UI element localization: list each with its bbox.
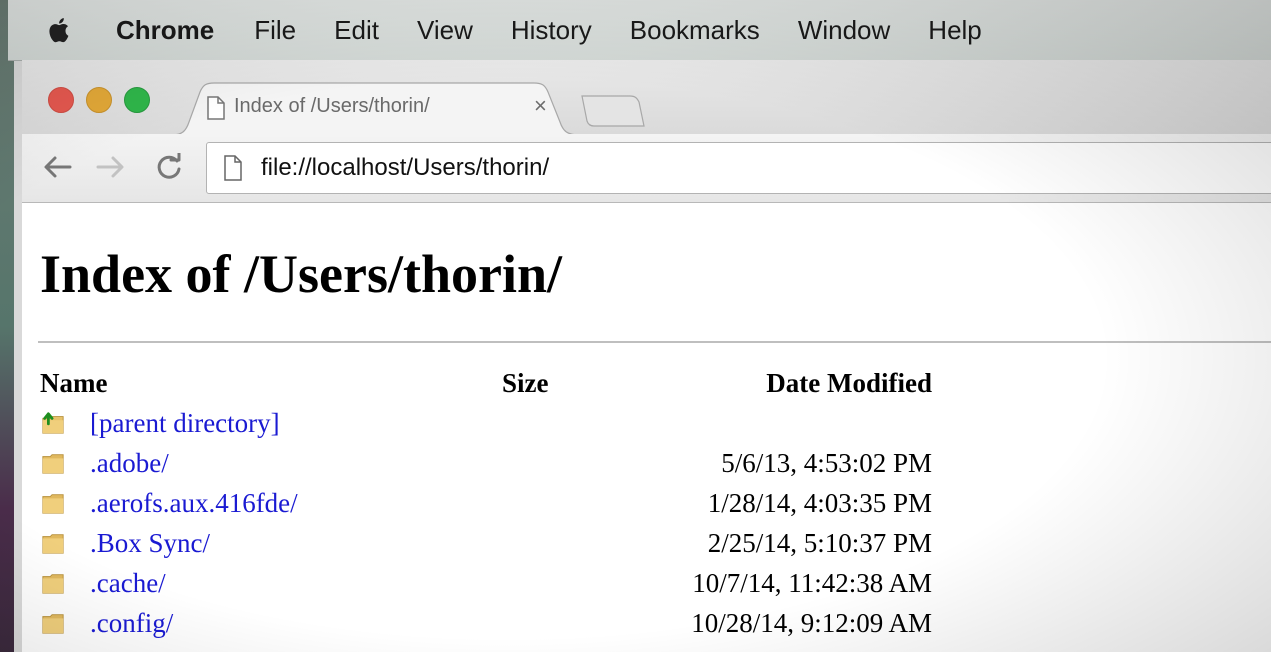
tab-active[interactable]: Index of /Users/thorin/ × — [172, 82, 580, 135]
table-row: [parent directory] — [40, 403, 932, 443]
menu-view[interactable]: View — [417, 15, 473, 46]
new-tab-button[interactable] — [578, 94, 646, 128]
parent-directory-link[interactable]: [parent directory] — [90, 408, 280, 439]
menu-file[interactable]: File — [254, 15, 296, 46]
apple-icon[interactable] — [48, 15, 74, 45]
size-cell — [502, 403, 632, 443]
date-cell: 10/7/14, 11:42:38 AM — [692, 567, 932, 598]
size-cell — [502, 523, 632, 563]
page-content: Index of /Users/thorin/ Name Size Date M… — [22, 203, 1271, 652]
minimize-window-button[interactable] — [86, 87, 112, 113]
tab-strip: Index of /Users/thorin/ × — [22, 60, 1271, 135]
column-header-date[interactable]: Date Modified — [632, 363, 932, 403]
forward-arrow-icon[interactable] — [96, 152, 126, 182]
table-row: .adobe/ 5/6/13, 4:53:02 PM — [40, 443, 932, 483]
date-cell: 5/6/13, 4:53:02 PM — [721, 447, 932, 478]
table-row: .cache/ 10/7/14, 11:42:38 AM — [40, 563, 932, 603]
column-header-size[interactable]: Size — [502, 363, 632, 403]
close-window-button[interactable] — [48, 87, 74, 113]
navigation-toolbar: file://localhost/Users/thorin/ — [22, 134, 1271, 203]
folder-icon — [42, 454, 64, 474]
url-text[interactable]: file://localhost/Users/thorin/ — [261, 154, 549, 182]
folder-icon — [42, 574, 64, 594]
tab-close-icon[interactable]: × — [534, 93, 547, 119]
file-link[interactable]: .cache/ — [90, 568, 166, 599]
size-cell — [502, 603, 632, 643]
back-arrow-icon[interactable] — [42, 152, 72, 182]
menu-edit[interactable]: Edit — [334, 15, 379, 46]
tab-title: Index of /Users/thorin/ — [234, 95, 430, 117]
size-cell — [502, 483, 632, 523]
menu-bookmarks[interactable]: Bookmarks — [630, 15, 760, 46]
date-cell: 10/28/14, 9:12:09 AM — [691, 607, 932, 638]
reload-icon[interactable] — [154, 152, 184, 182]
page-title: Index of /Users/thorin/ — [40, 244, 563, 304]
menu-history[interactable]: History — [511, 15, 592, 46]
folder-icon — [42, 494, 64, 514]
table-row: .Box Sync/ 2/25/14, 5:10:37 PM — [40, 523, 932, 563]
column-header-name[interactable]: Name — [40, 363, 502, 403]
date-cell: 2/25/14, 5:10:37 PM — [707, 527, 932, 558]
file-link[interactable]: .Box Sync/ — [90, 528, 210, 559]
file-link[interactable]: .adobe/ — [90, 448, 169, 479]
desktop-background — [0, 0, 14, 652]
divider — [38, 341, 1271, 343]
menu-window[interactable]: Window — [798, 15, 890, 46]
menu-help[interactable]: Help — [928, 15, 981, 46]
menu-bar: Chrome File Edit View History Bookmarks … — [8, 0, 1271, 61]
parent-folder-icon — [42, 412, 64, 434]
menu-app-chrome[interactable]: Chrome — [116, 15, 214, 46]
browser-window: Index of /Users/thorin/ × file://localho… — [22, 60, 1271, 652]
folder-icon — [42, 534, 64, 554]
date-cell: 1/28/14, 4:03:35 PM — [707, 487, 932, 518]
table-row: .aerofs.aux.416fde/ 1/28/14, 4:03:35 PM — [40, 483, 932, 523]
zoom-window-button[interactable] — [124, 87, 150, 113]
date-cell — [632, 403, 932, 443]
table-header-row: Name Size Date Modified — [40, 363, 932, 403]
table-row: .config/ 10/28/14, 9:12:09 AM — [40, 603, 932, 643]
address-bar[interactable]: file://localhost/Users/thorin/ — [206, 142, 1271, 194]
file-listing-table: Name Size Date Modified [parent director… — [40, 363, 932, 643]
size-cell — [502, 563, 632, 603]
file-link[interactable]: .config/ — [90, 608, 173, 639]
file-link[interactable]: .aerofs.aux.416fde/ — [90, 488, 298, 519]
folder-icon — [42, 614, 64, 634]
page-icon — [207, 96, 225, 120]
file-icon — [224, 155, 242, 181]
size-cell — [502, 443, 632, 483]
